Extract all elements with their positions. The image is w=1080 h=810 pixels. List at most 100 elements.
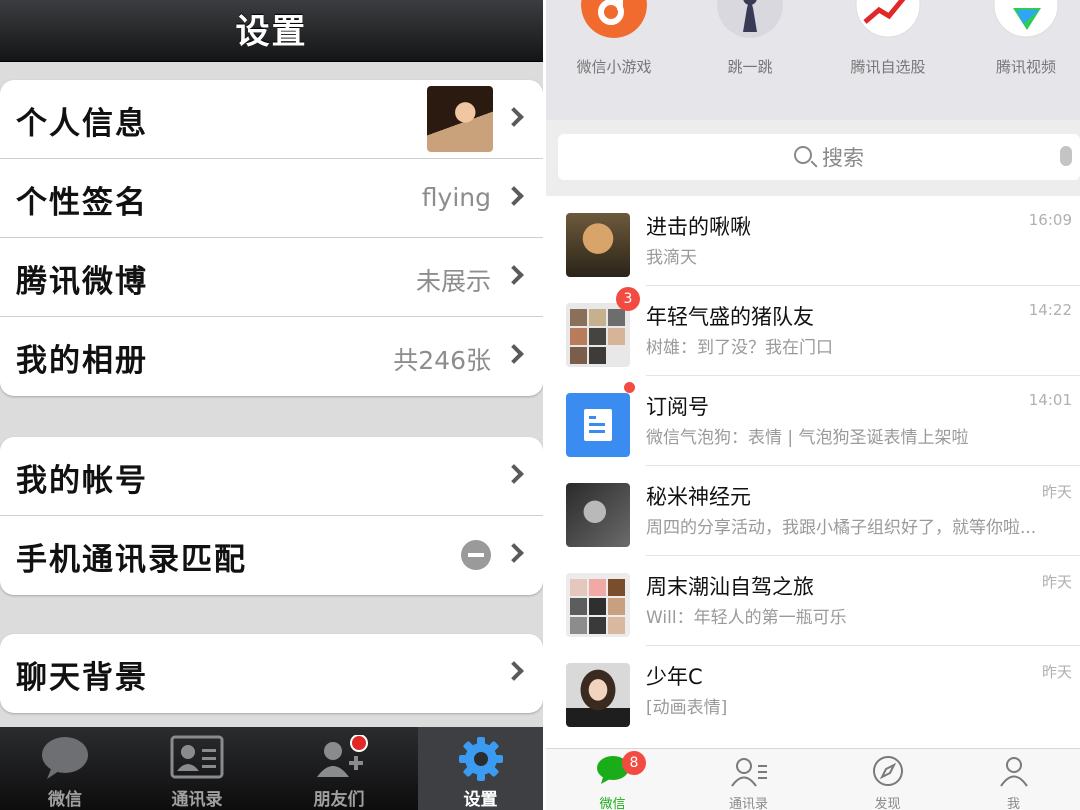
compass-icon (872, 756, 903, 786)
tab-weixin[interactable]: 8 微信 (546, 749, 679, 810)
old-settings-screen: 设置 个人信息 个性签名 flying 腾讯微博 未展示 我的相册 共246张 … (0, 0, 543, 810)
search-input[interactable]: 搜索 (558, 134, 1080, 180)
chat-preview: Will：年轻人的第一瓶可乐 (646, 608, 847, 628)
tab-label: 发现 (874, 797, 901, 810)
chat-row[interactable]: 订阅号 微信气泡狗：表情 | 气泡狗圣诞表情上架啦 14:01 (546, 376, 1080, 466)
new-chat-list-screen: 微信小游戏 跳一跳 腾讯自选股 腾讯视频 搜索 进击的啾啾 我滴天 16:09 … (546, 0, 1080, 810)
tab-bar: 8 微信 通讯录 发现 我 (546, 748, 1080, 810)
chat-bubble-icon (42, 737, 88, 779)
app-label: 微信小游戏 (576, 58, 652, 76)
person-icon (999, 757, 1028, 787)
chevron-right-icon (504, 107, 524, 127)
tab-weixin[interactable]: 微信 (0, 727, 130, 810)
contact-card-icon (170, 735, 224, 779)
chat-preview: 微信气泡狗：表情 | 气泡狗圣诞表情上架啦 (646, 428, 969, 448)
tab-label: 通讯录 (728, 797, 768, 810)
contacts-icon (730, 758, 767, 787)
settings-group-account: 我的帐号 手机通讯录匹配 (0, 437, 543, 595)
chat-row[interactable]: 秘米神经元 周四的分享活动，我跟小橘子组织好了，就等你啦... 昨天 (546, 466, 1080, 556)
subscription-avatar (566, 393, 630, 457)
page-title: 设置 (235, 12, 308, 52)
mini-games-icon (581, 0, 647, 38)
cell-my-account[interactable]: 我的帐号 (0, 437, 543, 516)
tab-label: 朋友们 (313, 790, 365, 810)
settings-group-profile: 个人信息 个性签名 flying 腾讯微博 未展示 我的相册 共246张 (0, 80, 543, 396)
add-friend-icon (317, 735, 368, 777)
video-play-icon (993, 0, 1059, 38)
chat-row[interactable]: 3 年轻气盛的猪队友 树雄：到了没？我在门口 14:22 (546, 286, 1080, 376)
tab-bar: 微信 通讯录 朋友们 设置 (0, 727, 543, 810)
chat-time: 14:01 (1028, 391, 1072, 409)
chat-time: 14:22 (1028, 301, 1072, 319)
search-placeholder: 搜索 (822, 146, 864, 170)
cell-label: 个性签名 (16, 185, 148, 221)
tab-label: 微信 (599, 797, 626, 810)
chevron-right-icon (504, 344, 524, 364)
settings-group-chat: 聊天背景 (0, 634, 543, 713)
cell-value: flying (421, 183, 491, 212)
chat-preview: 周四的分享活动，我跟小橘子组织好了，就等你啦... (646, 518, 1037, 538)
chat-row[interactable]: 少年C [动画表情] 昨天 (546, 646, 1080, 736)
mini-program-strip: 微信小游戏 跳一跳 腾讯自选股 腾讯视频 (546, 0, 1080, 120)
avatar (566, 213, 630, 277)
search-bar: 搜索 (546, 120, 1080, 196)
cell-chat-background[interactable]: 聊天背景 (0, 634, 543, 713)
chat-preview: 树雄：到了没？我在门口 (646, 338, 833, 358)
chat-name: 年轻气盛的猪队友 (646, 305, 814, 329)
tab-discover[interactable]: 发现 (821, 749, 954, 810)
app-label: 腾讯自选股 (850, 58, 926, 76)
tab-label: 微信 (48, 790, 82, 810)
chevron-right-icon (504, 265, 524, 285)
cell-label: 手机通讯录匹配 (16, 542, 247, 578)
tab-me[interactable]: 我 (947, 749, 1080, 810)
gear-icon (458, 737, 503, 781)
jump-game-icon (717, 0, 783, 38)
avatar (566, 663, 630, 727)
avatar (566, 483, 630, 547)
unread-badge: 8 (622, 751, 646, 775)
search-icon (794, 146, 812, 164)
chat-preview: [动画表情] (646, 698, 728, 718)
chat-time: 16:09 (1028, 211, 1072, 229)
avatar (427, 86, 493, 152)
cell-label: 个人信息 (16, 106, 148, 142)
cell-label: 我的帐号 (16, 463, 148, 499)
chevron-right-icon (504, 543, 524, 563)
cell-value: 共246张 (393, 346, 491, 375)
chat-row[interactable]: 周末潮汕自驾之旅 Will：年轻人的第一瓶可乐 昨天 (546, 556, 1080, 646)
microphone-icon[interactable] (1060, 146, 1072, 166)
tab-label: 通讯录 (171, 790, 223, 810)
chat-name: 订阅号 (646, 395, 709, 419)
chat-time: 昨天 (1041, 483, 1072, 501)
cell-contacts-match[interactable]: 手机通讯录匹配 (0, 516, 543, 595)
tab-contacts[interactable]: 通讯录 (132, 727, 262, 810)
disabled-minus-icon (461, 540, 491, 570)
title-bar: 设置 (0, 0, 543, 62)
cell-label: 腾讯微博 (16, 264, 148, 300)
tab-label: 设置 (463, 790, 498, 810)
chat-name: 少年C (646, 665, 703, 689)
tab-settings[interactable]: 设置 (418, 727, 543, 810)
cell-album[interactable]: 我的相册 共246张 (0, 317, 543, 396)
chat-time: 昨天 (1041, 573, 1072, 591)
group-avatar (566, 303, 630, 367)
stock-chart-icon (855, 0, 921, 38)
chevron-right-icon (504, 186, 524, 206)
chat-preview: 我滴天 (646, 248, 697, 268)
cell-personal-info[interactable]: 个人信息 (0, 80, 543, 159)
group-avatar (566, 573, 630, 637)
chevron-right-icon (504, 464, 524, 484)
chat-name: 周末潮汕自驾之旅 (646, 575, 814, 599)
chat-time: 昨天 (1041, 663, 1072, 681)
cell-tencent-weibo[interactable]: 腾讯微博 未展示 (0, 238, 543, 317)
unread-dot (624, 382, 635, 393)
app-label: 跳一跳 (727, 58, 773, 76)
tab-friends[interactable]: 朋友们 (274, 727, 404, 810)
cell-label: 聊天背景 (16, 660, 148, 696)
unread-badge: 3 (616, 287, 640, 311)
cell-signature[interactable]: 个性签名 flying (0, 159, 543, 238)
chat-name: 进击的啾啾 (646, 215, 751, 239)
chat-row[interactable]: 进击的啾啾 我滴天 16:09 (546, 196, 1080, 286)
chevron-right-icon (504, 661, 524, 681)
tab-contacts[interactable]: 通讯录 (682, 749, 815, 810)
